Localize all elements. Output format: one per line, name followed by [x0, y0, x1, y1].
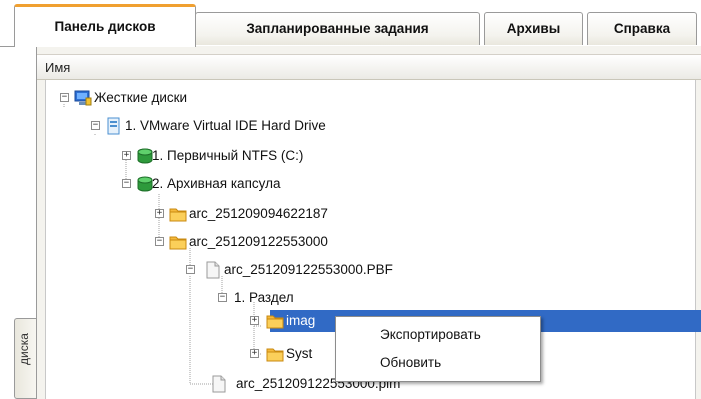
tree-item-label: 1. Раздел — [234, 290, 294, 305]
collapse-icon[interactable]: − — [155, 237, 164, 246]
tab-strip: Панель дисков Запланированные задания Ар… — [0, 0, 701, 47]
folder-icon — [266, 315, 284, 329]
tree-item-label: imag — [286, 313, 316, 328]
folder-icon — [266, 348, 284, 362]
tab-archives[interactable]: Архивы — [484, 12, 583, 45]
computer-icon — [74, 90, 92, 106]
expand-icon[interactable]: + — [250, 349, 259, 358]
folder-icon — [169, 236, 187, 250]
tree-item-label: 1. VMware Virtual IDE Hard Drive — [125, 118, 326, 133]
expand-icon[interactable]: + — [250, 316, 259, 325]
tree-item-label: 1. Первичный NTFS (C:) — [152, 148, 304, 163]
tab-disk-panel[interactable]: Панель дисков — [14, 4, 196, 47]
tree-item-label: arc_251209122553000 — [189, 234, 328, 249]
menu-item-export[interactable]: Экспортировать — [380, 327, 481, 342]
collapse-icon[interactable]: − — [60, 93, 69, 102]
context-menu: Экспортировать Обновить — [335, 316, 541, 382]
tab-scheduled-tasks[interactable]: Запланированные задания — [195, 12, 480, 45]
collapse-icon[interactable]: − — [122, 179, 131, 188]
collapse-icon[interactable]: − — [91, 121, 100, 130]
menu-item-refresh[interactable]: Обновить — [380, 355, 441, 370]
folder-icon — [169, 208, 187, 222]
side-tab-label: диска — [17, 333, 31, 365]
tab-help[interactable]: Справка — [587, 12, 697, 45]
tree-item-label: Жесткие диски — [94, 90, 188, 105]
file-icon — [206, 261, 220, 279]
column-header-name[interactable]: Имя — [37, 54, 701, 80]
tree-item-label: Syst — [286, 346, 313, 361]
collapse-icon[interactable]: − — [218, 293, 227, 302]
side-tab[interactable]: диска — [14, 318, 36, 399]
expand-icon[interactable]: + — [155, 209, 164, 218]
collapse-icon[interactable]: − — [186, 265, 195, 274]
expand-icon[interactable]: + — [122, 151, 131, 160]
file-icon — [212, 375, 226, 393]
tree-item-label: arc_251209094622187 — [189, 206, 328, 221]
tree-item-label: arc_251209122553000.PBF — [224, 262, 393, 277]
tree-item-label: 2. Архивная капсула — [152, 176, 281, 191]
hard-drive-icon — [107, 117, 120, 135]
app-window: Панель дисков Запланированные задания Ар… — [0, 0, 701, 399]
